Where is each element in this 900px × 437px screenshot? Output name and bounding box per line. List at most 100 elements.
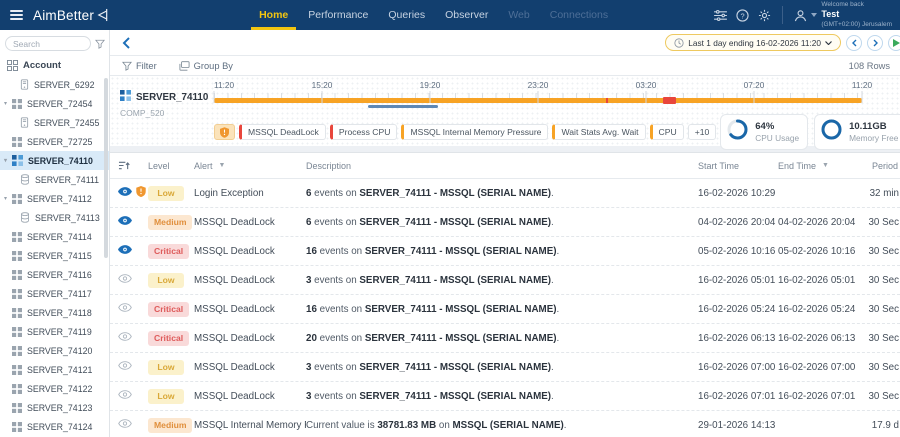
alert-chip-mssql-deadlock[interactable]: MSSQL DeadLock [239, 124, 326, 140]
sidebar-item-server_6292[interactable]: SERVER_6292 [0, 75, 109, 94]
group-by-button[interactable]: Group By [179, 61, 233, 71]
expander-icon[interactable]: ▾ [4, 100, 12, 107]
alert-name-cell[interactable]: Login Exception [194, 188, 306, 199]
sidebar-filter-icon[interactable] [95, 39, 105, 49]
timeline-strip[interactable]: 11:2015:2019:2023:2003:2007:2011:20 [214, 78, 862, 110]
alert-name-cell[interactable]: MSSQL DeadLock [194, 304, 306, 315]
nav-performance[interactable]: Performance [308, 0, 368, 30]
col-period[interactable]: Period [854, 161, 900, 171]
eye-icon[interactable] [118, 245, 132, 257]
alert-filter-chevron-icon[interactable]: ▼ [219, 162, 226, 169]
nav-observer[interactable]: Observer [445, 0, 488, 30]
prev-period-button[interactable] [846, 35, 862, 51]
end-time-sort-chevron-icon[interactable]: ▼ [822, 162, 829, 169]
nav-web[interactable]: Web [508, 0, 529, 30]
sidebar-item-server_74115[interactable]: SERVER_74115 [0, 246, 109, 265]
col-alert[interactable]: Alert▼ [194, 161, 306, 171]
table-row[interactable]: LowLogin Exception6 events on SERVER_741… [110, 179, 900, 208]
col-level[interactable]: Level [148, 161, 194, 171]
alert-chip-wait-stats-avg-wait[interactable]: Wait Stats Avg. Wait [552, 124, 645, 140]
table-row[interactable]: CriticalMSSQL DeadLock20 events on SERVE… [110, 324, 900, 353]
nav-home[interactable]: Home [259, 0, 288, 30]
eye-off-icon[interactable] [118, 419, 132, 431]
sidebar-item-label: SERVER_74118 [27, 308, 92, 318]
eye-off-icon[interactable] [118, 332, 132, 344]
eye-off-icon[interactable] [118, 390, 132, 402]
sidebar-account[interactable]: Account [0, 55, 109, 75]
sidebar-item-server_74122[interactable]: SERVER_74122 [0, 379, 109, 398]
sidebar-item-label: SERVER_6292 [34, 80, 94, 90]
sidebar-item-server_74123[interactable]: SERVER_74123 [0, 398, 109, 417]
user-menu[interactable]: Welcome back Test (GMT+02:00) Jerusalem [794, 1, 892, 29]
live-button[interactable] [888, 35, 900, 51]
back-button[interactable] [120, 35, 132, 51]
table-row[interactable]: LowMSSQL DeadLock3 events on SERVER_7411… [110, 353, 900, 382]
app-logo[interactable]: AimBetter [33, 8, 109, 23]
search-input[interactable] [5, 36, 91, 51]
shield-chip[interactable] [214, 124, 235, 140]
table-row[interactable]: LowMSSQL DeadLock3 events on SERVER_7411… [110, 382, 900, 411]
start-time-cell: 05-02-2026 10:16 [698, 246, 778, 257]
alert-name-cell[interactable]: MSSQL DeadLock [194, 391, 306, 402]
sidebar-item-server_74112[interactable]: ▾SERVER_74112 [0, 189, 109, 208]
alert-name-cell[interactable]: MSSQL Internal Memory Pressure [194, 420, 306, 431]
sidebar-item-server_74120[interactable]: SERVER_74120 [0, 341, 109, 360]
sidebar-item-server_74117[interactable]: SERVER_74117 [0, 284, 109, 303]
alert-name-cell[interactable]: MSSQL DeadLock [194, 246, 306, 257]
alert-chip-+10[interactable]: +10 [688, 124, 717, 140]
sidebar-item-label: SERVER_74111 [35, 175, 99, 185]
tune-icon[interactable] [714, 10, 727, 21]
eye-icon[interactable] [118, 216, 132, 228]
table-row[interactable]: MediumMSSQL Internal Memory PressureCurr… [110, 411, 900, 437]
table-row[interactable]: CriticalMSSQL DeadLock16 events on SERVE… [110, 295, 900, 324]
alert-name-cell[interactable]: MSSQL DeadLock [194, 217, 306, 228]
sidebar-item-label: SERVER_74121 [27, 365, 92, 375]
menu-icon[interactable] [10, 10, 23, 20]
col-start-time[interactable]: Start Time [698, 161, 778, 171]
sidebar-item-server_72725[interactable]: SERVER_72725 [0, 132, 109, 151]
sidebar-item-server_74114[interactable]: SERVER_74114 [0, 227, 109, 246]
help-icon[interactable]: ? [736, 9, 749, 22]
expander-icon[interactable]: ▾ [4, 157, 12, 164]
sidebar-item-server_74113[interactable]: SERVER_74113 [0, 208, 109, 227]
sidebar-item-server_74110[interactable]: ▾SERVER_74110 [0, 151, 109, 170]
level-cell: Low [148, 360, 194, 375]
sidebar-scrollbar[interactable] [104, 78, 108, 258]
settings-icon[interactable] [758, 9, 771, 22]
description-cell: 20 events on SERVER_74111 - MSSQL (SERIA… [306, 333, 698, 344]
sidebar-item-server_72454[interactable]: ▾SERVER_72454 [0, 94, 109, 113]
col-description[interactable]: Description [306, 161, 698, 171]
sidebar-item-server_74121[interactable]: SERVER_74121 [0, 360, 109, 379]
sidebar-item-server_72455[interactable]: SERVER_72455 [0, 113, 109, 132]
col-end-time[interactable]: End Time▼ [778, 161, 854, 171]
eye-off-icon[interactable] [118, 303, 132, 315]
description-cell: 16 events on SERVER_74111 - MSSQL (SERIA… [306, 246, 698, 257]
alert-chip-mssql-internal-memory-pressure[interactable]: MSSQL Internal Memory Pressure [401, 124, 548, 140]
nav-queries[interactable]: Queries [388, 0, 425, 30]
nav-connections[interactable]: Connections [550, 0, 608, 30]
alert-name-cell[interactable]: MSSQL DeadLock [194, 275, 306, 286]
sidebar-item-server_74119[interactable]: SERVER_74119 [0, 322, 109, 341]
sidebar-item-server_74111[interactable]: SERVER_74111 [0, 170, 109, 189]
alert-chip-process-cpu[interactable]: Process CPU [330, 124, 398, 140]
filter-button[interactable]: Filter [122, 61, 157, 71]
timeline-server-info[interactable]: SERVER_74110 COMP_520 [120, 90, 208, 118]
alert-name-cell[interactable]: MSSQL DeadLock [194, 362, 306, 373]
sidebar-item-server_74116[interactable]: SERVER_74116 [0, 265, 109, 284]
sidebar-item-server_74118[interactable]: SERVER_74118 [0, 303, 109, 322]
time-range-selector[interactable]: Last 1 day ending 16-02-2026 11:20 [665, 34, 841, 51]
alert-chip-cpu[interactable]: CPU [650, 124, 684, 140]
alert-name-cell[interactable]: MSSQL DeadLock [194, 333, 306, 344]
donut-gauge-icon [819, 117, 844, 147]
table-row[interactable]: LowMSSQL DeadLock3 events on SERVER_7411… [110, 266, 900, 295]
eye-icon[interactable] [118, 187, 132, 199]
state-sort-icon[interactable] [118, 160, 130, 171]
next-period-button[interactable] [867, 35, 883, 51]
eye-off-icon[interactable] [118, 361, 132, 373]
timeline-critical-tick [606, 98, 608, 103]
sidebar-item-server_74124[interactable]: SERVER_74124 [0, 417, 109, 436]
eye-off-icon[interactable] [118, 274, 132, 286]
table-row[interactable]: CriticalMSSQL DeadLock16 events on SERVE… [110, 237, 900, 266]
table-row[interactable]: MediumMSSQL DeadLock6 events on SERVER_7… [110, 208, 900, 237]
expander-icon[interactable]: ▾ [4, 195, 12, 202]
